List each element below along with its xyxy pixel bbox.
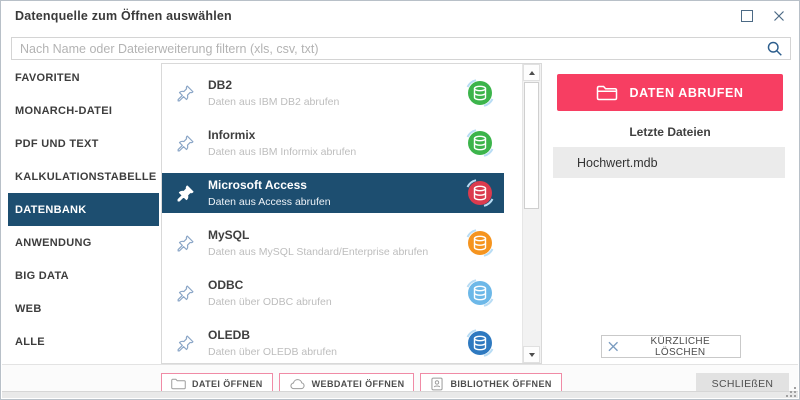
source-name: Informix bbox=[208, 128, 464, 143]
open-library-label: BIBLIOTHEK ÖFFNEN bbox=[450, 379, 551, 389]
source-name: DB2 bbox=[208, 78, 464, 93]
get-data-label: DATEN ABRUFEN bbox=[629, 86, 743, 100]
database-icon bbox=[464, 278, 496, 308]
search-icon[interactable] bbox=[766, 40, 783, 62]
source-name: MySQL bbox=[208, 228, 464, 243]
maximize-icon[interactable] bbox=[741, 10, 753, 22]
database-icon bbox=[464, 328, 496, 358]
sidebar-item-favoriten[interactable]: FAVORITEN bbox=[8, 61, 159, 94]
source-description: Daten aus Access abrufen bbox=[208, 195, 464, 209]
sidebar-item-alle[interactable]: ALLE bbox=[8, 325, 159, 358]
sidebar-item-datenbank[interactable]: DATENBANK bbox=[8, 193, 159, 226]
close-icon[interactable] bbox=[773, 10, 785, 22]
library-icon bbox=[430, 377, 444, 391]
pushpin-icon[interactable] bbox=[176, 334, 195, 353]
source-row-odbc[interactable]: ODBC Daten über ODBC abrufen bbox=[162, 268, 504, 318]
clear-recent-button[interactable]: KÜRZLICHE LÖSCHEN bbox=[601, 335, 741, 358]
pushpin-icon[interactable] bbox=[176, 234, 195, 253]
recent-file-item[interactable]: Hochwert.mdb bbox=[553, 147, 785, 178]
x-icon bbox=[608, 341, 618, 352]
arrow-down-icon bbox=[529, 353, 535, 357]
footer-bar: DATEI ÖFFNEN WEBDATEI ÖFFNEN BIBLIOTHEK … bbox=[2, 364, 798, 394]
source-description: Daten über OLEDB abrufen bbox=[208, 345, 464, 359]
category-sidebar: FAVORITEN MONARCH-DATEI PDF UND TEXT KAL… bbox=[8, 61, 159, 358]
sidebar-item-pdf-und-text[interactable]: PDF UND TEXT bbox=[8, 127, 159, 160]
open-web-file-label: WEBDATEI ÖFFNEN bbox=[312, 379, 405, 389]
source-row-microsoft-access[interactable]: Microsoft Access Daten aus Access abrufe… bbox=[162, 168, 504, 218]
cloud-icon bbox=[289, 378, 306, 390]
scrollbar[interactable] bbox=[522, 64, 541, 363]
pushpin-icon[interactable] bbox=[176, 184, 195, 203]
source-name: ODBC bbox=[208, 278, 464, 293]
source-row-informix[interactable]: Informix Daten aus IBM Informix abrufen bbox=[162, 118, 504, 168]
data-source-dialog: Datenquelle zum Öffnen auswählen FAVORIT… bbox=[0, 0, 800, 400]
pushpin-icon[interactable] bbox=[176, 134, 195, 153]
get-data-button[interactable]: DATEN ABRUFEN bbox=[557, 74, 783, 111]
sidebar-item-anwendung[interactable]: ANWENDUNG bbox=[8, 226, 159, 259]
source-name: OLEDB bbox=[208, 328, 464, 343]
search-bar bbox=[11, 37, 791, 60]
window-controls bbox=[741, 10, 785, 22]
scroll-down-button[interactable] bbox=[523, 346, 540, 363]
sidebar-item-web[interactable]: WEB bbox=[8, 292, 159, 325]
folder-icon bbox=[596, 84, 618, 101]
folder-icon bbox=[171, 378, 186, 390]
source-description: Daten aus MySQL Standard/Enterprise abru… bbox=[208, 245, 464, 259]
sidebar-item-monarch-datei[interactable]: MONARCH-DATEI bbox=[8, 94, 159, 127]
source-description: Daten aus IBM Informix abrufen bbox=[208, 145, 464, 159]
arrow-up-icon bbox=[529, 71, 535, 75]
source-row-mysql[interactable]: MySQL Daten aus MySQL Standard/Enterpris… bbox=[162, 218, 504, 268]
sidebar-item-kalkulationstabelle[interactable]: KALKULATIONSTABELLE bbox=[8, 160, 159, 193]
clear-recent-label: KÜRZLICHE LÖSCHEN bbox=[626, 336, 734, 358]
pushpin-icon[interactable] bbox=[176, 284, 195, 303]
scroll-up-button[interactable] bbox=[523, 64, 540, 81]
search-input[interactable] bbox=[12, 38, 790, 59]
close-dialog-label: SCHLIEßEN bbox=[712, 378, 774, 390]
recent-files-title: Letzte Dateien bbox=[549, 125, 791, 139]
database-icon bbox=[464, 178, 496, 208]
source-row-oledb[interactable]: OLEDB Daten über OLEDB abrufen bbox=[162, 318, 504, 368]
page-title: Datenquelle zum Öffnen auswählen bbox=[15, 9, 232, 23]
source-row-db2[interactable]: DB2 Daten aus IBM DB2 abrufen bbox=[162, 68, 504, 118]
resize-grip[interactable] bbox=[786, 387, 796, 397]
bottom-strip bbox=[2, 391, 798, 398]
source-description: Daten über ODBC abrufen bbox=[208, 295, 464, 309]
open-file-label: DATEI ÖFFNEN bbox=[192, 379, 263, 389]
sidebar-item-big-data[interactable]: BIG DATA bbox=[8, 259, 159, 292]
pushpin-icon[interactable] bbox=[176, 84, 195, 103]
source-name: Microsoft Access bbox=[208, 178, 464, 193]
recent-file-name: Hochwert.mdb bbox=[577, 156, 658, 170]
database-icon bbox=[464, 228, 496, 258]
source-list: DB2 Daten aus IBM DB2 abrufen Informix D… bbox=[161, 63, 542, 364]
source-description: Daten aus IBM DB2 abrufen bbox=[208, 95, 464, 109]
scroll-thumb[interactable] bbox=[524, 82, 539, 209]
database-icon bbox=[464, 78, 496, 108]
database-icon bbox=[464, 128, 496, 158]
right-panel: DATEN ABRUFEN Letzte Dateien Hochwert.md… bbox=[549, 63, 791, 364]
